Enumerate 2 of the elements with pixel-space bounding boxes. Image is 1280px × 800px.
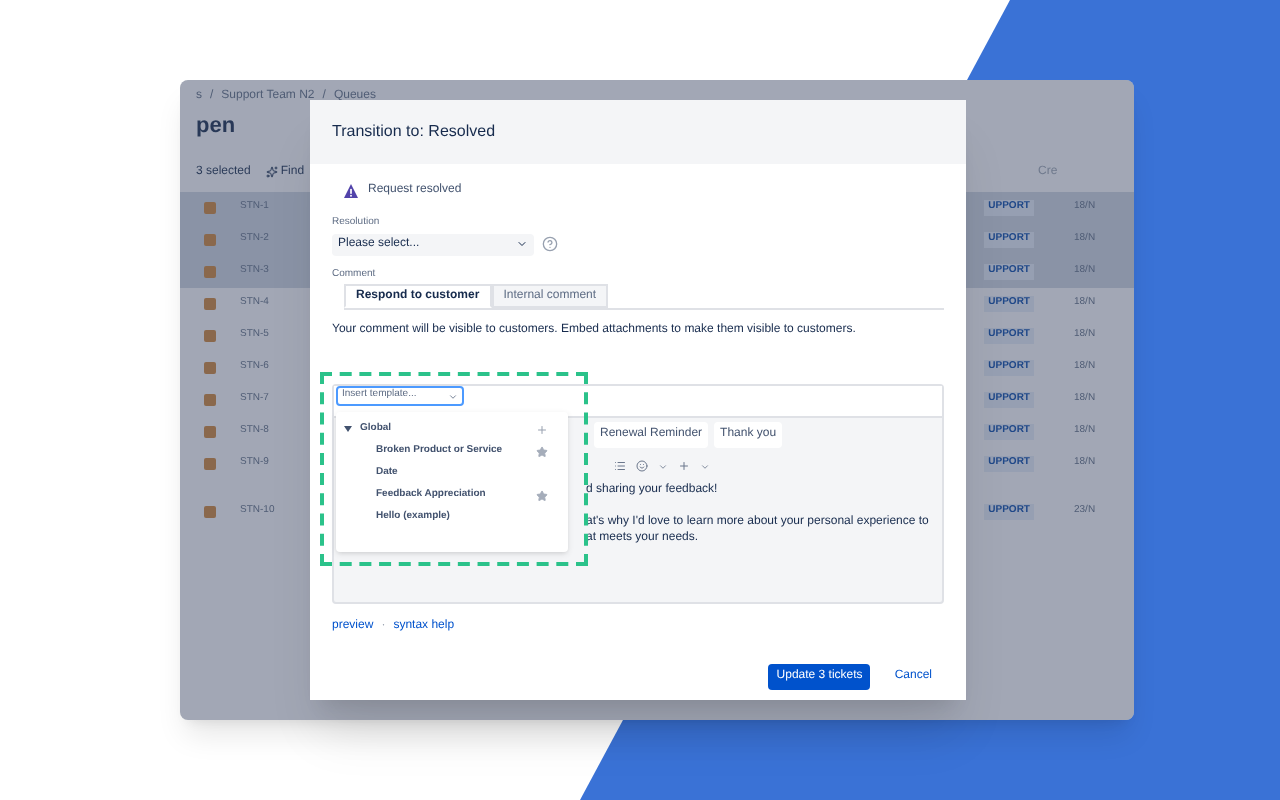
dialog-title: Transition to: Resolved [332,120,496,144]
page-title: pen [196,112,236,142]
